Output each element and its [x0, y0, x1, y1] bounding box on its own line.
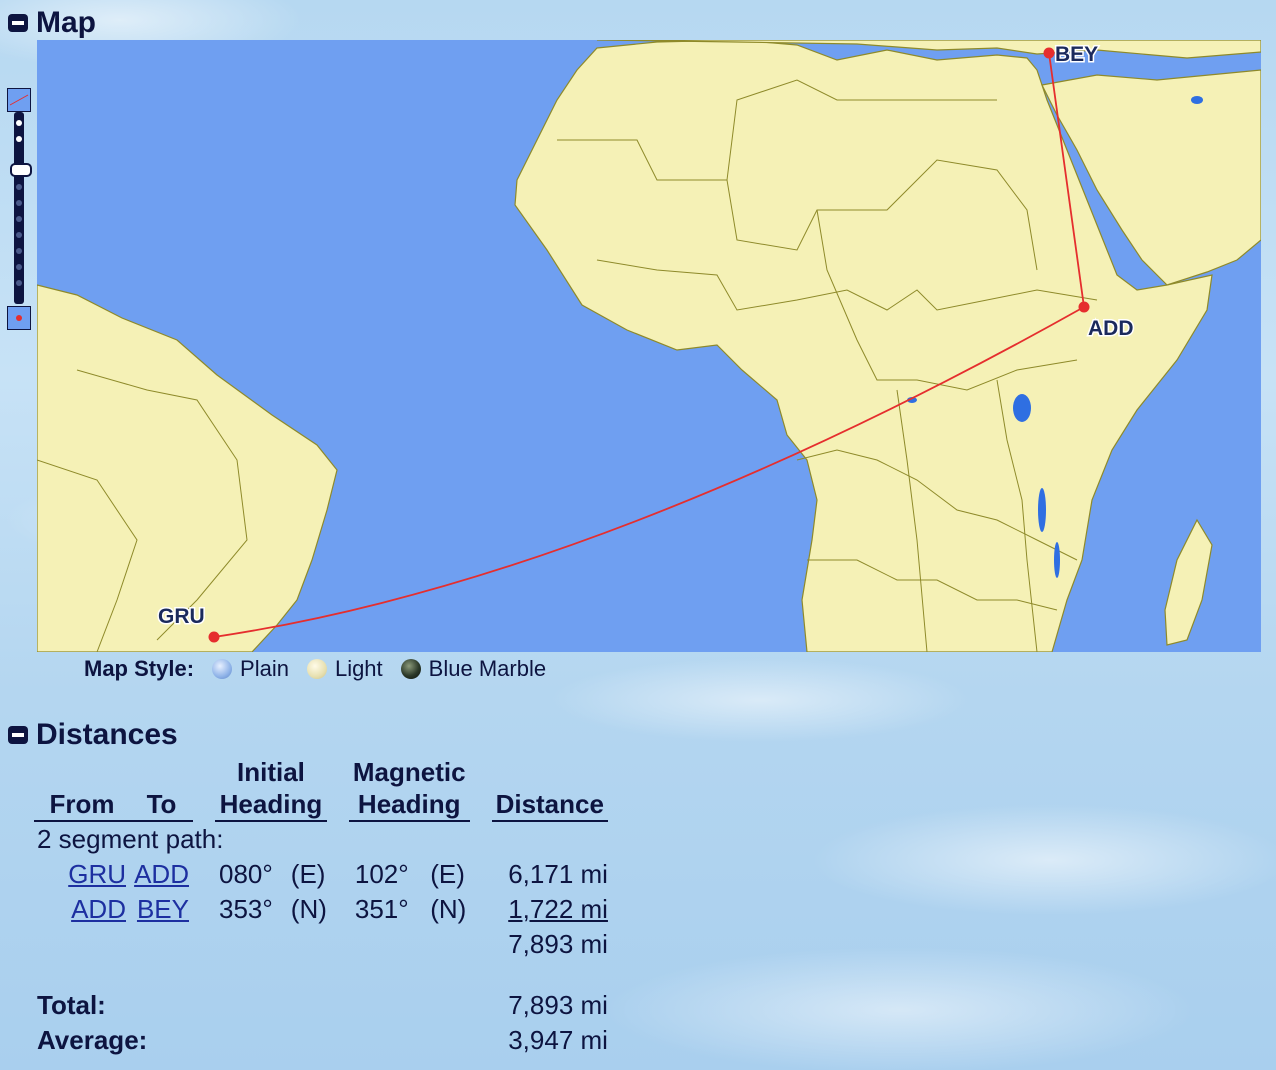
route-map[interactable]: BEY ADD GRU	[37, 40, 1261, 652]
map-style-plain[interactable]: Plain	[212, 656, 289, 682]
airport-label-add: ADD	[1088, 317, 1134, 340]
map-style-plain-label: Plain	[240, 656, 289, 681]
total-value: 7,893 mi	[508, 990, 608, 1020]
globe-blue-marble-icon	[400, 659, 421, 679]
path-label: 2 segment path:	[37, 824, 224, 854]
airport-marker-gru[interactable]	[208, 631, 220, 643]
initial-heading-value: 353°	[219, 894, 273, 924]
collapse-distances-icon[interactable]	[8, 726, 28, 744]
total-label: Total:	[37, 990, 106, 1020]
airport-label-gru: GRU	[158, 605, 205, 628]
zoom-track[interactable]	[10, 112, 32, 304]
average-label: Average:	[37, 1025, 148, 1055]
magnetic-heading-value: 102°	[354, 859, 409, 889]
globe-plain-icon	[212, 659, 233, 679]
magnetic-heading-dir: (N)	[430, 894, 467, 924]
airport-label-bey: BEY	[1055, 43, 1098, 66]
airport-marker-add[interactable]	[1078, 301, 1090, 313]
map-section-title: Map	[36, 6, 96, 39]
segment-distance: 1,722 mi	[508, 894, 608, 924]
distances-section-title: Distances	[36, 718, 178, 751]
to-airport-link[interactable]: BEY	[137, 894, 189, 924]
map-style-blue-marble-label: Blue Marble	[428, 656, 547, 681]
from-header: From	[34, 788, 130, 822]
zoom-slider[interactable]	[7, 88, 32, 330]
map-style-selector: Map Style: Plain Light Blue Marble	[84, 656, 564, 682]
segment-row: ADD BEY 353° (N) 351° (N) 1,722 mi	[34, 892, 608, 927]
zoom-thumb[interactable]	[10, 163, 32, 177]
from-airport-link[interactable]: ADD	[71, 894, 126, 924]
initial-heading-dir: (N)	[290, 894, 327, 924]
zoom-in-detail-icon[interactable]	[7, 306, 31, 330]
segment-distance: 6,171 mi	[508, 859, 608, 889]
magnetic-heading-top: Magnetic	[352, 757, 466, 787]
magnetic-heading-value: 351°	[354, 894, 409, 924]
map-section-header: Map	[8, 6, 96, 40]
initial-heading-value: 080°	[219, 859, 273, 889]
airport-marker-bey[interactable]	[1043, 47, 1055, 59]
map-canvas: BEY ADD GRU	[37, 40, 1261, 652]
path-total: 7,893 mi	[508, 929, 608, 959]
map-style-light-label: Light	[334, 656, 383, 681]
distances-table: Initial Magnetic From To Heading Heading…	[34, 756, 608, 1058]
initial-heading-header: Heading	[215, 788, 327, 822]
distances-section-header: Distances	[8, 718, 178, 752]
magnetic-heading-dir: (E)	[430, 859, 465, 889]
globe-light-icon	[306, 659, 327, 679]
from-airport-link[interactable]: GRU	[68, 859, 126, 889]
initial-heading-dir: (E)	[290, 859, 326, 889]
average-value: 3,947 mi	[508, 1025, 608, 1055]
map-style-label: Map Style:	[84, 656, 195, 681]
distance-header: Distance	[491, 788, 608, 822]
magnetic-heading-header: Heading	[348, 788, 470, 822]
map-style-blue-marble[interactable]: Blue Marble	[400, 656, 547, 682]
to-header: To	[130, 788, 193, 822]
to-airport-link[interactable]: ADD	[134, 859, 189, 889]
map-style-light[interactable]: Light	[306, 656, 383, 682]
initial-heading-top: Initial	[236, 757, 305, 787]
collapse-map-icon[interactable]	[8, 14, 28, 32]
zoom-out-world-icon[interactable]	[7, 88, 31, 112]
segment-row: GRU ADD 080° (E) 102° (E) 6,171 mi	[34, 857, 608, 892]
